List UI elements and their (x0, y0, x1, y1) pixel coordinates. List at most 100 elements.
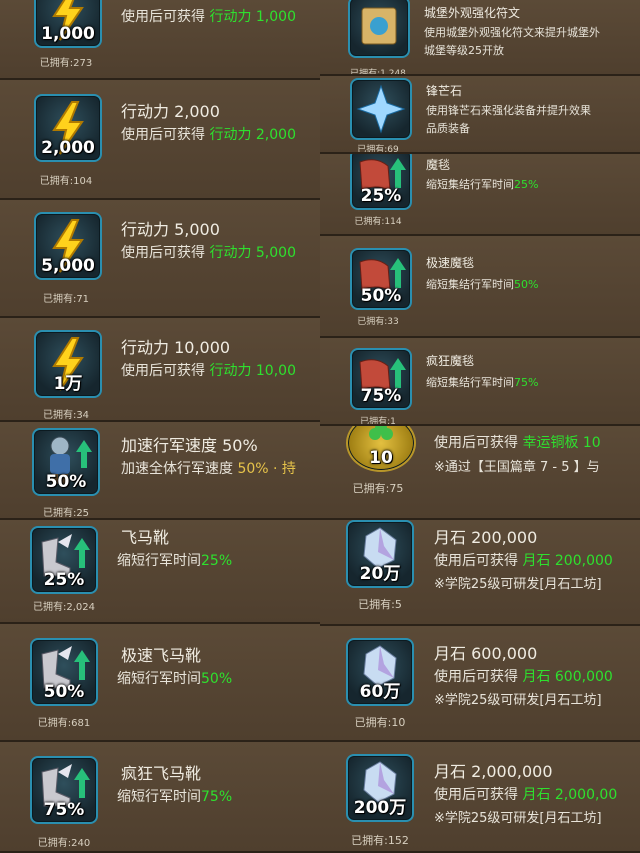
item-icon[interactable]: 2,000 (34, 94, 102, 162)
item-title: 行动力 2,000 (121, 102, 220, 121)
owned-count: 已拥有:152 (351, 834, 409, 847)
item-description: 加速全体行军速度 50% · 持 (121, 461, 296, 477)
rune-scroll-icon (361, 7, 397, 45)
item-icon[interactable]: 20万 (346, 520, 414, 588)
icon-amount: 50% (360, 286, 402, 306)
item-title: 月石 2,000,000 (434, 762, 553, 781)
list-item[interactable]: 2,000 已拥有:104 行动力 2,000 使用后可获得 行动力 2,000 (0, 80, 320, 200)
list-item[interactable]: 1,000 已拥有:273 使用后可获得 行动力 1,000 (0, 0, 320, 80)
item-icon[interactable]: 75% (350, 348, 412, 410)
item-title: 魔毯 (426, 158, 451, 172)
icon-amount: 1,000 (41, 24, 95, 44)
item-icon[interactable]: 5,000 (34, 212, 102, 280)
icon-amount: 1万 (53, 374, 83, 394)
owned-count: 已拥有:71 (42, 294, 90, 305)
list-item[interactable]: 200万 已拥有:152 月石 2,000,000 使用后可获得 月石 2,00… (320, 742, 640, 853)
item-description: 缩短行军时间25% (117, 553, 233, 569)
owned-count: 已拥有:2,024 (33, 602, 95, 613)
owned-count: 已拥有:1,248 (350, 69, 406, 76)
owned-count: 已拥有:69 (357, 145, 399, 154)
item-description: 缩短行军时间75% (117, 789, 233, 805)
item-icon[interactable]: 1,000 (34, 0, 102, 48)
item-title: 城堡外观强化符文 (424, 6, 521, 20)
item-title: 加速行军速度 50% (121, 436, 258, 455)
owned-count: 已拥有:34 (42, 410, 90, 421)
item-title: 月石 200,000 (434, 528, 538, 547)
item-description: 使用锋芒石来强化装备并提升效果 (426, 104, 591, 117)
item-icon[interactable]: 25% (30, 526, 98, 594)
icon-amount: 5,000 (41, 256, 95, 276)
whetstone-icon (356, 84, 406, 134)
icon-amount: 10 (369, 448, 393, 468)
item-requirement: 品质装备 (426, 122, 470, 135)
item-list-left: 1,000 已拥有:273 使用后可获得 行动力 1,000 2,000 已拥有… (0, 0, 320, 853)
icon-amount: 25% (360, 186, 402, 206)
item-icon[interactable]: 10 (346, 426, 416, 472)
item-icon[interactable] (348, 0, 410, 58)
list-item[interactable]: 75% 已拥有:240 疯狂飞马靴 缩短行军时间75% (0, 742, 320, 853)
list-item[interactable]: 25% 已拥有:114 魔毯 缩短集结行军时间25% (320, 154, 640, 236)
list-item[interactable]: 20万 已拥有:5 月石 200,000 使用后可获得 月石 200,000 ※… (320, 520, 640, 626)
item-icon[interactable]: 50% (30, 638, 98, 706)
owned-count: 已拥有:25 (42, 508, 90, 519)
owned-count: 已拥有:1 (360, 417, 396, 426)
owned-count: 已拥有:273 (39, 58, 93, 69)
icon-amount: 50% (43, 682, 85, 702)
item-description: 使用后可获得 行动力 2,000 (121, 127, 296, 143)
list-item[interactable]: 75% 已拥有:1 疯狂魔毯 缩短集结行军时间75% (320, 338, 640, 426)
item-title: 疯狂飞马靴 (121, 764, 202, 783)
list-item[interactable]: 50% 已拥有:25 加速行军速度 50% 加速全体行军速度 50% · 持 (0, 422, 320, 520)
item-title: 行动力 10,000 (121, 338, 231, 357)
owned-count: 已拥有:114 (354, 217, 402, 227)
item-description: 缩短行军时间50% (117, 671, 233, 687)
list-item[interactable]: 已拥有:69 锋芒石 使用锋芒石来强化装备并提升效果 品质装备 (320, 76, 640, 154)
list-item[interactable]: 25% 已拥有:2,024 飞马靴 缩短行军时间25% (0, 520, 320, 624)
item-title: 疯狂魔毯 (426, 354, 475, 368)
item-description: 使用后可获得 月石 2,000,00 (434, 787, 618, 803)
item-title: 锋芒石 (426, 84, 463, 98)
item-description: 缩短集结行军时间50% (426, 278, 539, 291)
item-icon[interactable]: 75% (30, 756, 98, 824)
list-item[interactable]: 已拥有:1,248 城堡外观强化符文 使用城堡外观强化符文来提升城堡外 城堡等级… (320, 0, 640, 76)
list-item[interactable]: 50% 已拥有:33 极速魔毯 缩短集结行军时间50% (320, 236, 640, 338)
item-description: 使用后可获得 行动力 1,000 (121, 9, 296, 25)
item-list-right: 已拥有:1,248 城堡外观强化符文 使用城堡外观强化符文来提升城堡外 城堡等级… (320, 0, 640, 853)
owned-count: 已拥有:104 (39, 176, 93, 187)
owned-count: 已拥有:10 (354, 716, 406, 729)
icon-amount: 200万 (353, 798, 407, 818)
item-icon[interactable]: 50% (350, 248, 412, 310)
icon-amount: 75% (43, 800, 85, 820)
owned-count: 已拥有:33 (357, 317, 399, 327)
list-item[interactable]: 5,000 已拥有:71 行动力 5,000 使用后可获得 行动力 5,000 (0, 200, 320, 318)
item-description: 缩短集结行军时间25% (426, 178, 539, 191)
icon-amount: 2,000 (41, 138, 95, 158)
item-icon[interactable]: 50% (32, 428, 100, 496)
list-item[interactable]: 1万 已拥有:34 行动力 10,000 使用后可获得 行动力 10,00 (0, 318, 320, 422)
item-icon[interactable]: 60万 (346, 638, 414, 706)
item-title: 极速飞马靴 (121, 646, 202, 665)
item-title: 月石 600,000 (434, 644, 538, 663)
icon-amount: 25% (43, 570, 85, 590)
owned-count: 已拥有:240 (37, 838, 91, 849)
item-note: ※学院25级可研发[月石工坊] (434, 577, 602, 592)
item-title: 行动力 5,000 (121, 220, 220, 239)
list-item[interactable]: 10 已拥有:75 使用后可获得 幸运铜板 10 ※通过【王国篇章 7 - 5 … (320, 426, 640, 520)
icon-amount: 75% (360, 386, 402, 406)
item-icon[interactable]: 1万 (34, 330, 102, 398)
item-title: 飞马靴 (121, 528, 170, 547)
owned-count: 已拥有:5 (358, 598, 402, 611)
owned-count: 已拥有:681 (37, 718, 91, 729)
icon-amount: 60万 (359, 682, 401, 702)
icon-amount: 50% (45, 472, 87, 492)
item-description: 使用后可获得 幸运铜板 10 (434, 435, 601, 451)
item-note: ※学院25级可研发[月石工坊] (434, 811, 602, 826)
list-item[interactable]: 50% 已拥有:681 极速飞马靴 缩短行军时间50% (0, 624, 320, 742)
list-item[interactable]: 60万 已拥有:10 月石 600,000 使用后可获得 月石 600,000 … (320, 626, 640, 742)
item-requirement: 城堡等级25开放 (424, 44, 504, 57)
item-icon[interactable]: 200万 (346, 754, 414, 822)
item-icon[interactable] (350, 78, 412, 140)
item-title: 极速魔毯 (426, 256, 475, 270)
item-icon[interactable]: 25% (350, 154, 412, 210)
item-description: 使用后可获得 月石 200,000 (434, 553, 613, 569)
item-note: ※学院25级可研发[月石工坊] (434, 693, 602, 708)
